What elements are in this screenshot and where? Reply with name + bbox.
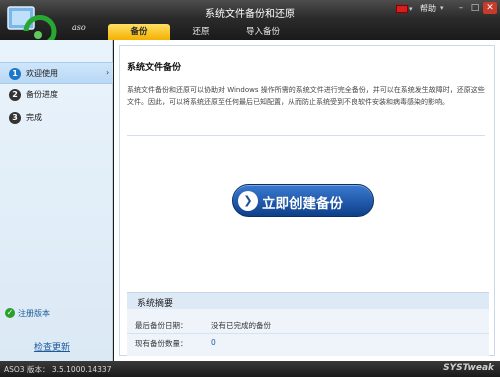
step-number-badge: 1 bbox=[9, 68, 21, 80]
sidebar-step-welcome[interactable]: 1 欢迎使用 › bbox=[0, 62, 113, 84]
summary-title: 系统摘要 bbox=[137, 299, 174, 309]
arrow-right-icon: ❯ bbox=[238, 191, 258, 211]
sidebar-step-complete[interactable]: 3 完成 bbox=[0, 107, 113, 129]
tab-backup[interactable]: 备份 bbox=[108, 24, 170, 40]
sidebar-step-label: 备份进度 bbox=[26, 90, 58, 99]
tab-restore[interactable]: 还原 bbox=[170, 24, 232, 40]
tab-import-backup[interactable]: 导入备份 bbox=[232, 24, 294, 40]
brand-label: aso bbox=[72, 23, 86, 32]
check-update-link[interactable]: 检查更新 bbox=[34, 340, 70, 353]
maximize-button[interactable]: □ bbox=[469, 2, 481, 14]
step-number-badge: 2 bbox=[9, 89, 21, 101]
summary-row: 最后备份日期： 没有已完成的备份 bbox=[127, 318, 489, 334]
section-title: 系统文件备份 bbox=[127, 63, 182, 73]
summary-key: 最后备份日期： bbox=[135, 321, 188, 330]
minimize-button[interactable]: – bbox=[455, 2, 467, 14]
language-dropdown-icon[interactable]: ▾ bbox=[409, 5, 413, 13]
step-number-badge: 3 bbox=[9, 112, 21, 124]
summary-value: 没有已完成的备份 bbox=[211, 321, 271, 330]
main-content: 系统文件备份 系统文件备份和还原可以协助对 Windows 操作所需的系统文件进… bbox=[114, 40, 500, 361]
divider bbox=[127, 135, 485, 136]
summary-key: 现有备份数量： bbox=[135, 339, 188, 348]
vendor-logo: SYSTweak bbox=[443, 363, 494, 373]
sidebar: 1 欢迎使用 › 2 备份进度 3 完成 ✓ 注册版本 检查更新 bbox=[0, 40, 113, 361]
status-bar: ASO3 版本： 3.5.1000.14337 SYSTweak bbox=[0, 361, 500, 377]
registered-version-label: 注册版本 bbox=[18, 309, 50, 318]
section-description: 系统文件备份和还原可以协助对 Windows 操作所需的系统文件进行完全备份，并… bbox=[127, 86, 485, 106]
summary-row: 现有备份数量： 0 bbox=[127, 336, 489, 352]
summary-header bbox=[127, 293, 489, 309]
summary-value: 0 bbox=[211, 338, 216, 347]
create-backup-button[interactable]: ❯ 立即创建备份 bbox=[232, 184, 374, 217]
checkmark-icon: ✓ bbox=[5, 308, 15, 318]
version-label: ASO3 版本： 3.5.1000.14337 bbox=[4, 365, 112, 374]
title-bar: aso 系统文件备份和还原 ▾ 帮助 ▾ – □ ✕ 备份 还原 导入备份 bbox=[0, 0, 500, 49]
system-summary-panel: 系统摘要 最后备份日期： 没有已完成的备份 现有备份数量： 0 bbox=[127, 292, 489, 356]
close-button[interactable]: ✕ bbox=[483, 2, 497, 14]
language-flag-icon[interactable] bbox=[396, 5, 408, 13]
help-dropdown-icon[interactable]: ▾ bbox=[440, 4, 444, 12]
create-backup-label: 立即创建备份 bbox=[262, 196, 343, 212]
sidebar-step-label: 完成 bbox=[26, 113, 42, 122]
sidebar-step-progress[interactable]: 2 备份进度 bbox=[0, 84, 113, 106]
chevron-right-icon: › bbox=[106, 68, 110, 77]
sidebar-step-label: 欢迎使用 bbox=[26, 69, 58, 78]
help-menu[interactable]: 帮助 bbox=[420, 3, 436, 14]
